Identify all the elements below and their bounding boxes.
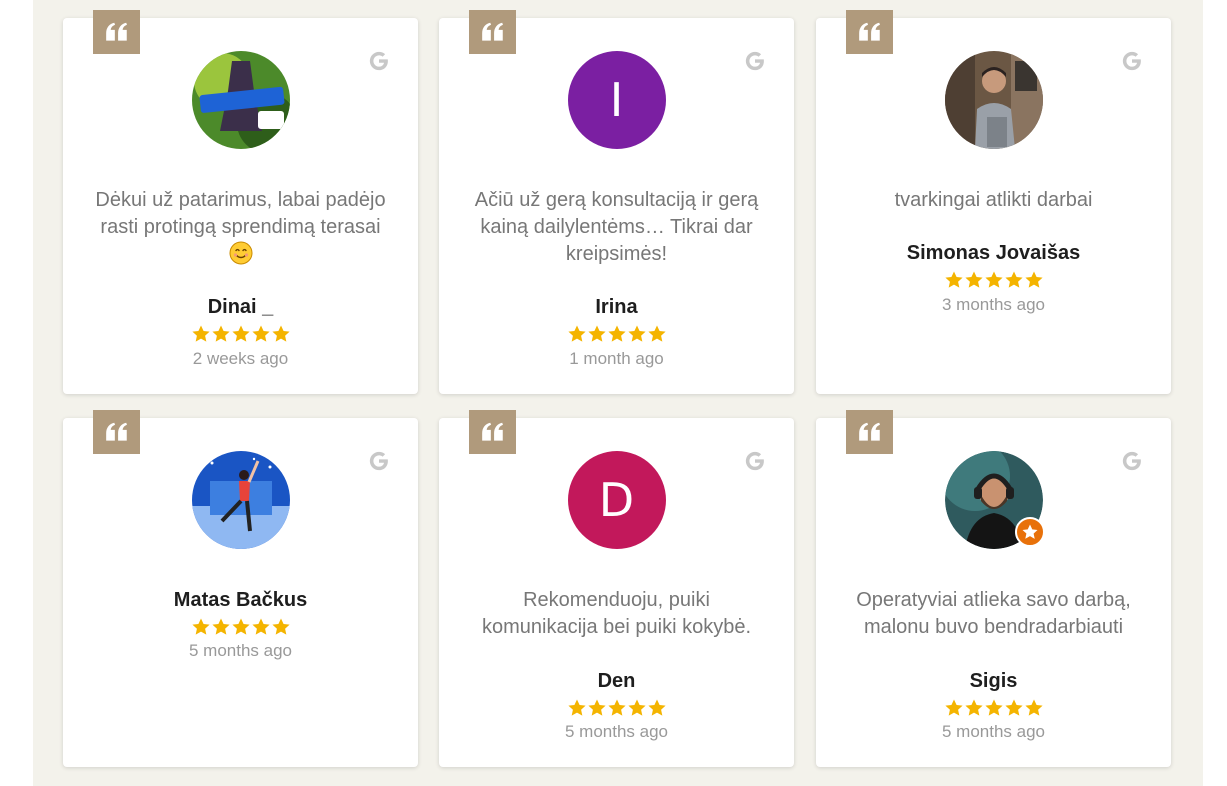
star-icon: [627, 324, 647, 344]
smiling-face-emoji: [229, 241, 252, 265]
star-icon: [567, 324, 587, 344]
star-icon: [944, 698, 964, 718]
quote-icon: [846, 410, 893, 454]
star-icon: [964, 270, 984, 290]
google-g-icon: [1121, 50, 1143, 72]
review-card: Matas Bačkus 5 months ago: [63, 410, 418, 767]
review-card: I Ačiū už gerą konsultaciją ir gerą kain…: [439, 10, 794, 394]
star-icon: [647, 324, 667, 344]
star-icon: [587, 698, 607, 718]
reviewer-name[interactable]: Matas Bačkus: [63, 588, 418, 612]
review-text: Rekomenduoju, puiki komunikacija bei pui…: [481, 589, 752, 638]
reviewer-name[interactable]: Dinai _: [63, 295, 418, 319]
star-rating: [944, 698, 1044, 720]
google-g-icon: [744, 50, 766, 72]
google-g-icon: [368, 50, 390, 72]
star-icon: [587, 324, 607, 344]
reviews-panel: Dėkui už patarimus, labai padėjo rasti p…: [33, 0, 1203, 786]
quote-icon: [93, 410, 140, 454]
star-rating: [567, 324, 667, 346]
avatar[interactable]: [944, 451, 1045, 549]
google-g-icon: [368, 450, 390, 472]
review-card: tvarkingai atlikti darbai Simonas Jovaiš…: [816, 10, 1171, 394]
star-icon: [271, 324, 291, 344]
review-time: 1 month ago: [569, 349, 664, 368]
star-icon: [607, 324, 627, 344]
review-time: 5 months ago: [188, 641, 292, 660]
review-card: Operatyviai atlieka savo darbą, malonu b…: [816, 410, 1171, 767]
star-icon: [607, 698, 627, 718]
reviewer-name[interactable]: Simonas Jovaišas: [816, 241, 1171, 265]
star-icon: [271, 617, 291, 637]
star-icon: [191, 617, 211, 637]
star-icon: [231, 617, 251, 637]
avatar[interactable]: [191, 51, 290, 149]
star-rating: [567, 698, 667, 720]
review-time: 5 months ago: [564, 722, 668, 741]
star-icon: [211, 617, 231, 637]
local-guide-badge-icon: [1014, 517, 1045, 547]
star-icon: [647, 698, 667, 718]
star-icon: [1024, 698, 1044, 718]
reviewer-name[interactable]: Sigis: [816, 669, 1171, 693]
reviewer-name[interactable]: Den: [439, 669, 794, 693]
avatar[interactable]: [191, 451, 290, 549]
star-icon: [1024, 270, 1044, 290]
star-icon: [567, 698, 587, 718]
review-text: Operatyviai atlieka savo darbą, malonu b…: [856, 589, 1131, 638]
review-text: Ačiū už gerą konsultaciją ir gerą kainą …: [474, 189, 759, 265]
review-time: 5 months ago: [941, 722, 1045, 741]
avatar[interactable]: I: [567, 51, 666, 149]
star-icon: [627, 698, 647, 718]
star-rating: [191, 617, 291, 639]
review-card: D Rekomenduoju, puiki komunikacija bei p…: [439, 410, 794, 767]
star-rating: [944, 270, 1044, 292]
star-icon: [964, 698, 984, 718]
avatar[interactable]: [944, 51, 1043, 149]
reviewer-name[interactable]: Irina: [439, 295, 794, 319]
review-text: Dėkui už patarimus, labai padėjo rasti p…: [88, 187, 393, 269]
star-icon: [1004, 270, 1024, 290]
avatar[interactable]: D: [567, 451, 666, 549]
review-time: 2 weeks ago: [192, 349, 289, 368]
review-card: Dėkui už patarimus, labai padėjo rasti p…: [63, 10, 418, 394]
star-icon: [944, 270, 964, 290]
review-text: tvarkingai atlikti darbai: [894, 189, 1093, 211]
avatar-letter: D: [598, 473, 635, 527]
review-time: 3 months ago: [941, 295, 1045, 314]
star-rating: [191, 324, 291, 346]
star-icon: [1004, 698, 1024, 718]
star-icon: [191, 324, 211, 344]
star-icon: [231, 324, 251, 344]
quote-icon: [469, 10, 516, 54]
quote-icon: [469, 410, 516, 454]
star-icon: [984, 698, 1004, 718]
quote-icon: [846, 10, 893, 54]
avatar-letter: I: [609, 73, 624, 127]
star-icon: [251, 617, 271, 637]
star-icon: [984, 270, 1004, 290]
star-icon: [211, 324, 231, 344]
google-g-icon: [744, 450, 766, 472]
google-g-icon: [1121, 450, 1143, 472]
star-icon: [251, 324, 271, 344]
quote-icon: [93, 10, 140, 54]
